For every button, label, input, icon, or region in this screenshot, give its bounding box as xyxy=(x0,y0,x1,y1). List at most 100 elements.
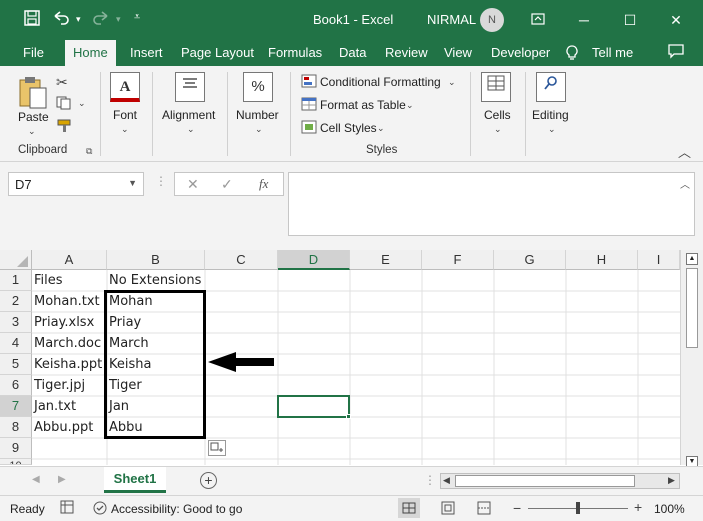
format-as-table-button[interactable]: Format as Table xyxy=(320,98,406,112)
enter-icon[interactable]: ✓ xyxy=(221,176,233,193)
name-box-dropdown-icon[interactable]: ▼ xyxy=(128,178,137,188)
vertical-scrollbar[interactable]: ▲ ▼ xyxy=(680,250,703,468)
cell-a6[interactable]: Tiger.jpj xyxy=(32,375,85,396)
cell-b1[interactable]: No Extensions xyxy=(107,270,201,291)
font-label[interactable]: Font xyxy=(113,108,137,122)
new-sheet-icon[interactable]: + xyxy=(200,472,217,489)
select-all-corner[interactable] xyxy=(0,250,32,270)
collapse-ribbon-icon[interactable]: ︿ xyxy=(678,142,691,161)
tab-review[interactable]: Review xyxy=(385,45,428,60)
tab-data[interactable]: Data xyxy=(339,45,366,60)
format-painter-icon[interactable] xyxy=(57,119,73,136)
zoom-out-icon[interactable]: − xyxy=(513,500,521,516)
cell-a1[interactable]: Files xyxy=(32,270,63,291)
scroll-up-icon[interactable]: ▲ xyxy=(686,253,698,265)
undo-icon[interactable] xyxy=(52,10,70,30)
tab-formulas[interactable]: Formulas xyxy=(268,45,322,60)
fill-handle[interactable] xyxy=(346,414,351,419)
column-header-i[interactable]: I xyxy=(638,250,680,270)
conditional-formatting-button[interactable]: Conditional Formatting xyxy=(320,75,441,89)
redo-icon[interactable] xyxy=(92,10,110,30)
font-icon[interactable]: A xyxy=(110,72,140,102)
save-icon[interactable] xyxy=(24,10,40,30)
cut-icon[interactable]: ✂ xyxy=(56,74,68,91)
user-name[interactable]: NIRMAL xyxy=(427,12,476,27)
zoom-slider-thumb[interactable] xyxy=(576,502,580,514)
column-header-c[interactable]: C xyxy=(205,250,278,270)
cell-a2[interactable]: Mohan.txt xyxy=(32,291,100,312)
worksheet-grid[interactable]: A B C D E F G H I 1 2 3 4 5 6 7 8 9 10 F… xyxy=(0,250,703,468)
editing-search-icon[interactable] xyxy=(536,72,566,102)
vertical-scroll-thumb[interactable] xyxy=(686,268,698,348)
row-header-5[interactable]: 5 xyxy=(0,354,32,375)
row-header-6[interactable]: 6 xyxy=(0,375,32,396)
macro-record-icon[interactable] xyxy=(60,500,74,517)
expand-formula-bar-icon[interactable]: ︿ xyxy=(680,176,690,191)
ribbon-display-icon[interactable] xyxy=(526,8,550,32)
tell-me-search[interactable]: Tell me xyxy=(592,45,633,60)
copy-dropdown-icon[interactable]: ⌄ xyxy=(78,98,86,109)
conditional-formatting-icon[interactable] xyxy=(301,74,317,91)
undo-dropdown-icon[interactable]: ▾ xyxy=(76,14,81,25)
editing-dropdown-icon[interactable]: ⌄ xyxy=(548,124,556,135)
zoom-in-icon[interactable]: + xyxy=(634,499,642,515)
cell-a4[interactable]: March.doc xyxy=(32,333,101,354)
clipboard-launcher-icon[interactable]: ⧉ xyxy=(86,146,92,157)
cell-a7[interactable]: Jan.txt xyxy=(32,396,76,417)
formula-bar-splitter-icon[interactable]: ⋮ xyxy=(155,174,167,188)
row-header-1[interactable]: 1 xyxy=(0,270,32,291)
row-header-10[interactable]: 10 xyxy=(0,459,32,465)
cell-styles-icon[interactable] xyxy=(301,120,317,137)
avatar[interactable]: N xyxy=(480,8,504,32)
column-header-h[interactable]: H xyxy=(566,250,638,270)
previous-sheet-icon[interactable]: ◀ xyxy=(32,474,40,485)
name-box[interactable]: D7 ▼ xyxy=(8,172,144,196)
paste-icon[interactable] xyxy=(16,74,48,113)
row-header-2[interactable]: 2 xyxy=(0,291,32,312)
zoom-level[interactable]: 100% xyxy=(654,502,685,516)
redo-dropdown-icon[interactable]: ▾ xyxy=(116,14,121,25)
scroll-left-icon[interactable]: ◀ xyxy=(443,475,450,486)
page-break-view-icon[interactable] xyxy=(476,500,492,519)
tab-page-layout[interactable]: Page Layout xyxy=(181,45,254,60)
insert-function-icon[interactable]: fx xyxy=(259,176,268,192)
column-header-b[interactable]: B xyxy=(107,250,205,270)
paste-label[interactable]: Paste xyxy=(18,110,49,124)
horizontal-scroll-thumb[interactable] xyxy=(455,475,635,487)
close-button[interactable]: ✕ xyxy=(664,8,688,32)
number-dropdown-icon[interactable]: ⌄ xyxy=(255,124,263,135)
sheet-tab-sheet1[interactable]: Sheet1 xyxy=(104,467,166,493)
cells-dropdown-icon[interactable]: ⌄ xyxy=(494,124,502,135)
tab-home[interactable]: Home xyxy=(65,40,116,66)
column-header-f[interactable]: F xyxy=(422,250,494,270)
maximize-button[interactable]: ☐ xyxy=(618,8,642,32)
comments-icon[interactable] xyxy=(668,44,684,62)
column-header-e[interactable]: E xyxy=(350,250,422,270)
format-as-table-dropdown-icon[interactable]: ⌄ xyxy=(406,100,414,111)
horizontal-scrollbar[interactable]: ◀ ▶ xyxy=(440,473,680,489)
minimize-button[interactable]: ─ xyxy=(572,8,596,32)
tab-insert[interactable]: Insert xyxy=(130,45,163,60)
column-header-a[interactable]: A xyxy=(32,250,107,270)
scroll-right-icon[interactable]: ▶ xyxy=(668,475,675,486)
active-cell-d7[interactable] xyxy=(277,395,350,418)
cell-styles-dropdown-icon[interactable]: ⌄ xyxy=(377,123,385,134)
tab-splitter-icon[interactable]: ⋮ xyxy=(424,473,436,487)
cell-a5[interactable]: Keisha.ppt xyxy=(32,354,102,375)
normal-view-icon[interactable] xyxy=(398,498,420,518)
next-sheet-icon[interactable]: ▶ xyxy=(58,474,66,485)
accessibility-icon[interactable] xyxy=(92,500,108,519)
tab-view[interactable]: View xyxy=(444,45,472,60)
alignment-label[interactable]: Alignment xyxy=(162,108,215,122)
accessibility-status[interactable]: Accessibility: Good to go xyxy=(111,502,242,516)
tab-file[interactable]: File xyxy=(23,45,44,60)
font-dropdown-icon[interactable]: ⌄ xyxy=(121,124,129,135)
paste-options-icon[interactable] xyxy=(208,440,226,456)
customize-qat-icon[interactable]: ⩡ xyxy=(134,11,140,24)
cells-label[interactable]: Cells xyxy=(484,108,511,122)
page-layout-view-icon[interactable] xyxy=(440,500,456,519)
paste-dropdown-icon[interactable]: ⌄ xyxy=(28,126,36,137)
column-header-d[interactable]: D xyxy=(278,250,350,270)
row-header-4[interactable]: 4 xyxy=(0,333,32,354)
cancel-icon[interactable]: ✕ xyxy=(187,176,199,193)
